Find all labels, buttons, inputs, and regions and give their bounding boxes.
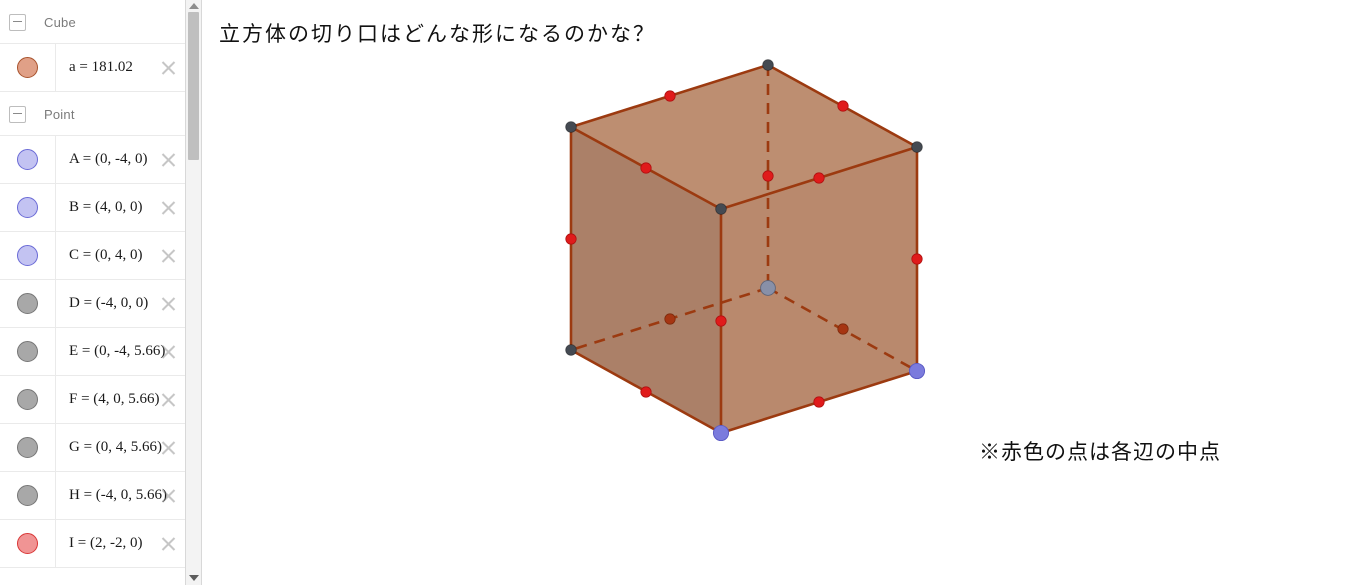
- cube-vertex-bottom-front[interactable]: [712, 424, 730, 442]
- close-icon[interactable]: [159, 439, 177, 457]
- scroll-down-arrow-icon[interactable]: [189, 575, 199, 581]
- algebra-sidebar: Cube a = 181.02 Point A = (0, -4, 0) B = (4,…: [0, 0, 186, 585]
- object-color-marker[interactable]: [17, 389, 38, 410]
- object-color-marker[interactable]: [17, 245, 38, 266]
- close-icon[interactable]: [159, 199, 177, 217]
- close-icon[interactable]: [159, 247, 177, 265]
- algebra-row[interactable]: G = (0, 4, 5.66): [0, 423, 185, 472]
- sidebar-content: Cube a = 181.02 Point A = (0, -4, 0) B = (4,…: [0, 0, 185, 568]
- mid-bottom-front-right[interactable]: [813, 396, 825, 408]
- close-icon[interactable]: [159, 151, 177, 169]
- object-visibility-toggle[interactable]: [0, 520, 56, 567]
- group-header-cube[interactable]: Cube: [0, 0, 185, 44]
- object-visibility-toggle[interactable]: [0, 184, 56, 231]
- object-visibility-toggle[interactable]: [0, 376, 56, 423]
- cube-vertex-bottom-left[interactable]: [565, 344, 577, 356]
- mid-top-front-left[interactable]: [640, 162, 652, 174]
- object-visibility-toggle[interactable]: [0, 232, 56, 279]
- sidebar-scrollbar[interactable]: [186, 0, 202, 585]
- algebra-row[interactable]: C = (0, 4, 0): [0, 231, 185, 280]
- mid-top-back-left[interactable]: [664, 90, 676, 102]
- close-icon[interactable]: [159, 59, 177, 77]
- close-icon[interactable]: [159, 295, 177, 313]
- object-visibility-toggle[interactable]: [0, 472, 56, 519]
- scrollbar-thumb[interactable]: [188, 12, 199, 160]
- figure-caption: ※赤色の点は各辺の中点: [979, 440, 1221, 464]
- close-icon[interactable]: [159, 487, 177, 505]
- object-color-marker[interactable]: [17, 341, 38, 362]
- cube-vertex-bottom-back[interactable]: [760, 280, 776, 296]
- mid-vertical-left[interactable]: [565, 233, 577, 245]
- group-label: Point: [44, 106, 75, 122]
- algebra-row[interactable]: A = (0, -4, 0): [0, 135, 185, 184]
- object-visibility-toggle[interactable]: [0, 328, 56, 375]
- group-header-point[interactable]: Point: [0, 92, 185, 136]
- mid-vertical-right[interactable]: [911, 253, 923, 265]
- object-color-marker[interactable]: [17, 533, 38, 554]
- object-visibility-toggle[interactable]: [0, 424, 56, 471]
- object-visibility-toggle[interactable]: [0, 44, 56, 91]
- mid-top-front-right[interactable]: [813, 172, 825, 184]
- object-color-marker[interactable]: [17, 57, 38, 78]
- object-color-marker[interactable]: [17, 437, 38, 458]
- scroll-up-arrow-icon[interactable]: [189, 3, 199, 9]
- object-color-marker[interactable]: [17, 149, 38, 170]
- cube-vertex-top-left[interactable]: [565, 121, 577, 133]
- graphics-view[interactable]: 立方体の切り口はどんな形になるのかな？ ※赤色の点は各辺の中点: [203, 0, 1366, 585]
- object-visibility-toggle[interactable]: [0, 280, 56, 327]
- group-label: Cube: [44, 14, 76, 30]
- close-icon[interactable]: [159, 535, 177, 553]
- close-icon[interactable]: [159, 391, 177, 409]
- object-color-marker[interactable]: [17, 197, 38, 218]
- algebra-row[interactable]: a = 181.02: [0, 43, 185, 92]
- mid-vertical-center[interactable]: [762, 170, 774, 182]
- minus-box-icon[interactable]: [9, 105, 26, 123]
- algebra-row[interactable]: D = (-4, 0, 0): [0, 279, 185, 328]
- object-color-marker[interactable]: [17, 293, 38, 314]
- object-visibility-toggle[interactable]: [0, 136, 56, 183]
- algebra-row[interactable]: E = (0, -4, 5.66): [0, 327, 185, 376]
- mid-bottom-back-right[interactable]: [837, 323, 849, 335]
- minus-box-icon[interactable]: [9, 13, 26, 31]
- close-icon[interactable]: [159, 343, 177, 361]
- algebra-row[interactable]: I = (2, -2, 0): [0, 519, 185, 568]
- mid-top-back-right[interactable]: [837, 100, 849, 112]
- algebra-row[interactable]: F = (4, 0, 5.66): [0, 375, 185, 424]
- mid-vertical-front[interactable]: [715, 315, 727, 327]
- object-color-marker[interactable]: [17, 485, 38, 506]
- mid-bottom-front-left[interactable]: [640, 386, 652, 398]
- cube-vertex-top-apex[interactable]: [762, 59, 774, 71]
- cube-vertex-bottom-right[interactable]: [908, 362, 926, 380]
- algebra-row[interactable]: H = (-4, 0, 5.66): [0, 471, 185, 520]
- cube-figure[interactable]: [203, 0, 1366, 585]
- mid-bottom-back-left[interactable]: [664, 313, 676, 325]
- cube-vertex-top-right[interactable]: [911, 141, 923, 153]
- cube-vertex-top-front[interactable]: [715, 203, 727, 215]
- algebra-row[interactable]: B = (4, 0, 0): [0, 183, 185, 232]
